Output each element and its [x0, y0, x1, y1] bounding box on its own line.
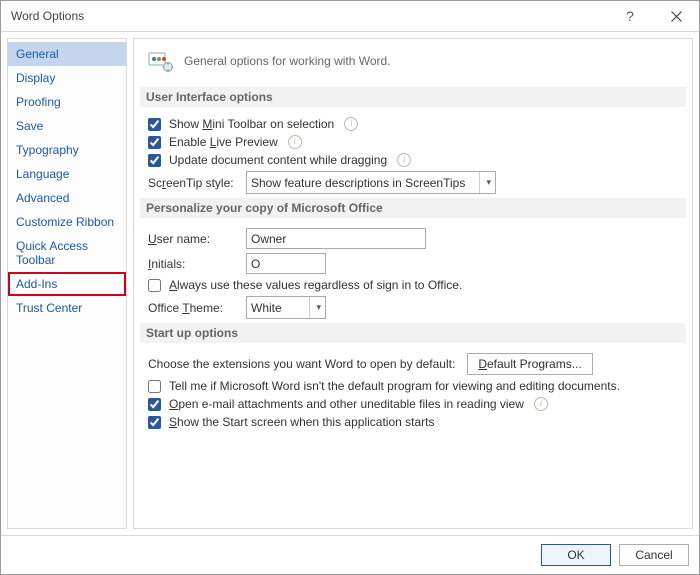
initials-row: Initials: [148, 253, 680, 274]
open-email-label: Open e-mail attachments and other unedit… [169, 397, 524, 411]
dialog-body: General Display Proofing Save Typography… [1, 32, 699, 535]
screentip-value: Show feature descriptions in ScreenTips [251, 176, 465, 190]
show-start-row: Show the Start screen when this applicat… [148, 415, 680, 429]
section-personalize: Personalize your copy of Microsoft Offic… [140, 198, 686, 218]
chevron-down-icon: ▾ [309, 297, 321, 318]
always-use-row: Always use these values regardless of si… [148, 278, 680, 292]
show-start-checkbox[interactable] [148, 416, 161, 429]
window-title: Word Options [1, 9, 607, 23]
close-button[interactable] [653, 1, 699, 31]
sidebar-item-quick-access-toolbar[interactable]: Quick Access Toolbar [8, 234, 126, 272]
mini-toolbar-label: Show Mini Toolbar on selection [169, 117, 334, 131]
tell-me-row: Tell me if Microsoft Word isn't the defa… [148, 379, 680, 393]
initials-label: Initials: [148, 257, 240, 271]
cancel-button[interactable]: Cancel [619, 544, 689, 566]
info-icon[interactable]: i [534, 397, 548, 411]
info-icon[interactable]: i [288, 135, 302, 149]
tell-me-label: Tell me if Microsoft Word isn't the defa… [169, 379, 620, 393]
opt-live-preview: Enable Live Preview i [148, 135, 680, 149]
info-icon[interactable]: i [397, 153, 411, 167]
close-icon [671, 11, 682, 22]
page-heading: General options for working with Word. [184, 54, 391, 68]
sidebar-item-display[interactable]: Display [8, 66, 126, 90]
sidebar-item-proofing[interactable]: Proofing [8, 90, 126, 114]
username-row: User name: [148, 228, 680, 249]
choose-extensions-text: Choose the extensions you want Word to o… [148, 357, 455, 371]
always-use-label: Always use these values regardless of si… [169, 278, 462, 292]
username-input[interactable] [246, 228, 426, 249]
sidebar-item-typography[interactable]: Typography [8, 138, 126, 162]
opt-mini-toolbar: Show Mini Toolbar on selection i [148, 117, 680, 131]
default-programs-button[interactable]: Default Programs... [467, 353, 592, 375]
mini-toolbar-checkbox[interactable] [148, 118, 161, 131]
sidebar-item-add-ins[interactable]: Add-Ins [8, 272, 126, 296]
sidebar-item-advanced[interactable]: Advanced [8, 186, 126, 210]
update-dragging-label: Update document content while dragging [169, 153, 387, 167]
theme-row: Office Theme: White ▾ [148, 296, 680, 319]
theme-value: White [251, 301, 282, 315]
opt-update-dragging: Update document content while dragging i [148, 153, 680, 167]
category-sidebar: General Display Proofing Save Typography… [7, 38, 127, 529]
chevron-down-icon: ▾ [479, 172, 491, 193]
general-options-icon [146, 49, 174, 73]
theme-label: Office Theme: [148, 301, 240, 315]
default-programs-row: Choose the extensions you want Word to o… [148, 353, 680, 375]
tell-me-checkbox[interactable] [148, 380, 161, 393]
screentip-row: ScreenTip style: Show feature descriptio… [148, 171, 680, 194]
section-ui-options: User Interface options [140, 87, 686, 107]
content-pane: General options for working with Word. U… [133, 38, 693, 529]
word-options-dialog: Word Options ? General Display Proofing … [0, 0, 700, 575]
live-preview-checkbox[interactable] [148, 136, 161, 149]
always-use-checkbox[interactable] [148, 279, 161, 292]
titlebar: Word Options ? [1, 1, 699, 32]
show-start-label: Show the Start screen when this applicat… [169, 415, 434, 429]
open-email-row: Open e-mail attachments and other unedit… [148, 397, 680, 411]
live-preview-label: Enable Live Preview [169, 135, 278, 149]
sidebar-item-save[interactable]: Save [8, 114, 126, 138]
dialog-footer: OK Cancel [1, 535, 699, 574]
page-header: General options for working with Word. [146, 45, 680, 83]
section-startup: Start up options [140, 323, 686, 343]
sidebar-item-customize-ribbon[interactable]: Customize Ribbon [8, 210, 126, 234]
update-dragging-checkbox[interactable] [148, 154, 161, 167]
initials-input[interactable] [246, 253, 326, 274]
sidebar-item-trust-center[interactable]: Trust Center [8, 296, 126, 320]
info-icon[interactable]: i [344, 117, 358, 131]
sidebar-item-language[interactable]: Language [8, 162, 126, 186]
office-theme-select[interactable]: White ▾ [246, 296, 326, 319]
help-button[interactable]: ? [607, 1, 653, 31]
sidebar-item-general[interactable]: General [8, 42, 126, 66]
screentip-label: ScreenTip style: [148, 176, 240, 190]
screentip-style-select[interactable]: Show feature descriptions in ScreenTips … [246, 171, 496, 194]
open-email-checkbox[interactable] [148, 398, 161, 411]
ok-button[interactable]: OK [541, 544, 611, 566]
username-label: User name: [148, 232, 240, 246]
